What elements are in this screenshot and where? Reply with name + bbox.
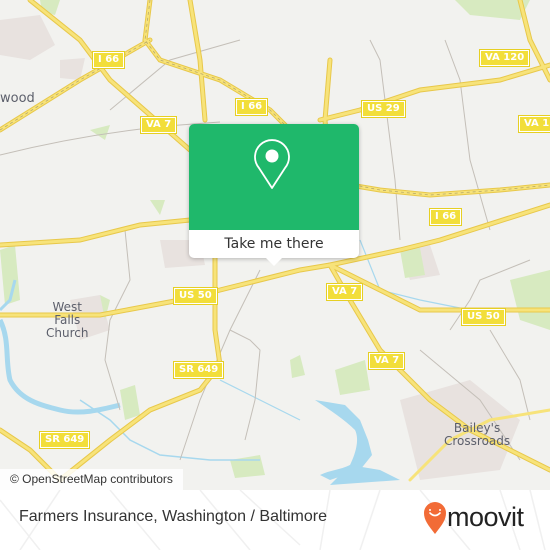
place-label-baileys-crossroads: Bailey's Crossroads (444, 421, 511, 448)
popup-header (189, 124, 359, 230)
road-shield-va1: VA 1 (517, 115, 550, 133)
map-view[interactable]: I 66 I 66 VA 7 US 29 VA 120 VA 1 I 66 US… (0, 0, 550, 490)
take-me-there-button[interactable]: Take me there (189, 230, 359, 258)
moovit-wordmark: moovit (447, 502, 524, 532)
road-shield-us29: US 29 (361, 100, 406, 118)
footer-bar: Farmers Insurance, Washington / Baltimor… (0, 490, 550, 550)
moovit-logo[interactable]: moovit (400, 498, 550, 542)
place-label-west-falls-church: West Falls Church (46, 300, 89, 340)
road-shield-va7: VA 7 (139, 116, 178, 134)
place-label: wood (0, 91, 35, 106)
road-shield-us50: US 50 (461, 308, 506, 326)
waterways (0, 239, 471, 461)
map-pin-icon (254, 139, 290, 189)
take-me-there-popup[interactable]: Take me there (189, 124, 359, 266)
road-shield-sr649: SR 649 (172, 361, 225, 379)
road-shield-i66: I 66 (428, 208, 463, 226)
road-shield-us50: US 50 (173, 287, 218, 305)
road-shield-va7: VA 7 (325, 283, 364, 301)
road-shield-va7: VA 7 (367, 352, 406, 370)
location-title: Farmers Insurance, Washington / Baltimor… (19, 508, 327, 525)
map-attribution[interactable]: © OpenStreetMap contributors (0, 469, 183, 490)
popup-pointer (266, 258, 282, 266)
road-shield-va120: VA 120 (478, 49, 531, 67)
reservoir-inlet (330, 465, 400, 485)
road-shield-sr649: SR 649 (38, 431, 91, 449)
road-shield-i66: I 66 (234, 98, 269, 116)
road-shield-i66: I 66 (91, 51, 126, 69)
